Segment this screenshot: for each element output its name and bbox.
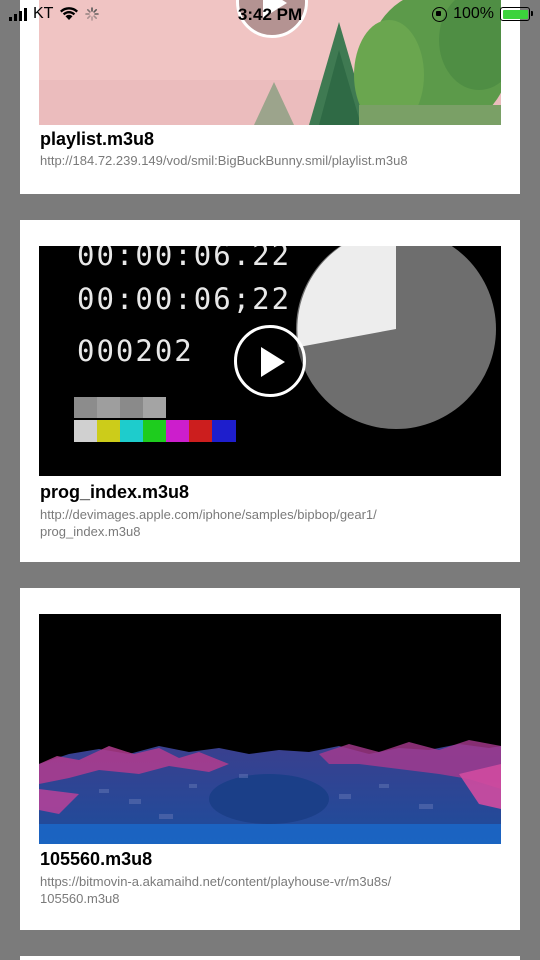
video-card[interactable]: 00:00:06.22 00:00:06;22 000202 prog_inde… — [20, 220, 520, 562]
video-url: http://devimages.apple.com/iphone/sample… — [40, 506, 500, 540]
video-url-line: 105560.m3u8 — [40, 891, 120, 906]
video-url-line: prog_index.m3u8 — [40, 524, 141, 539]
status-bar-right: 100% — [432, 5, 533, 23]
battery-percent: 100% — [453, 5, 494, 22]
video-card[interactable]: 105560.m3u8 https://bitmovin-a.akamaihd.… — [20, 588, 520, 930]
video-title: playlist.m3u8 — [40, 129, 155, 149]
video-url: https://bitmovin-a.akamaihd.net/content/… — [40, 873, 500, 907]
orientation-lock-icon — [432, 6, 448, 22]
play-icon — [261, 347, 285, 377]
video-url-line: https://bitmovin-a.akamaihd.net/content/… — [40, 874, 392, 889]
video-url: http://184.72.239.149/vod/smil:BigBuckBu… — [40, 153, 408, 168]
play-button[interactable] — [234, 325, 306, 397]
battery-icon — [500, 7, 533, 21]
video-thumbnail[interactable] — [39, 614, 501, 844]
video-title: prog_index.m3u8 — [40, 482, 190, 502]
video-thumbnail[interactable]: 00:00:06.22 00:00:06;22 000202 — [39, 246, 501, 476]
video-url-line: http://devimages.apple.com/iphone/sample… — [40, 507, 377, 522]
video-title: 105560.m3u8 — [40, 849, 153, 869]
status-bar: KT 3:42 PM 100% — [0, 0, 540, 30]
vr-terrain-thumbnail-image — [39, 614, 501, 844]
video-card[interactable] — [20, 956, 520, 960]
